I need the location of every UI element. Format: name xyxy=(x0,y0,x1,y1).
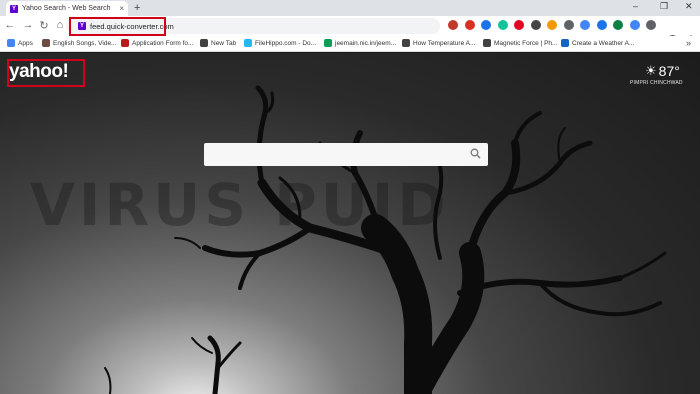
video-icon[interactable] xyxy=(596,20,607,30)
home-icon[interactable]: ⌂ xyxy=(54,19,66,31)
mail-icon[interactable] xyxy=(629,20,640,30)
weather-location: PIMPRI CHINCHWAD xyxy=(630,80,683,86)
bookmark-item[interactable]: Application Form fo... xyxy=(121,39,193,47)
bookmark-item[interactable]: Create a Weather A... xyxy=(561,39,634,47)
bookmark-label: Magnetic Force | Ph... xyxy=(494,39,558,47)
sun-icon: ☀ xyxy=(645,63,657,78)
bookmark-item[interactable]: New Tab xyxy=(200,39,236,47)
cast-icon[interactable] xyxy=(646,20,656,30)
yahoo-homepage: VIRUS PUID yahoo! ☀ 87° PIMPRI CHINCHWAD xyxy=(0,53,700,394)
pen-icon[interactable] xyxy=(580,20,590,30)
search-box[interactable] xyxy=(204,143,488,166)
globe-icon xyxy=(200,39,208,47)
bookmark-label: Create a Weather A... xyxy=(572,39,635,47)
url-highlight-box xyxy=(69,17,166,36)
bookmark-label: jeemain.nic.in/jeem... xyxy=(335,39,397,47)
reload-icon[interactable]: ↻ xyxy=(38,19,50,32)
globe-icon xyxy=(121,39,129,47)
browser-tab[interactable]: Y Yahoo Search - Web Search × xyxy=(6,1,128,16)
back-icon[interactable]: ← xyxy=(4,19,16,31)
calendar-icon[interactable] xyxy=(464,20,475,30)
minimize-icon[interactable]: – xyxy=(633,1,638,11)
search-input[interactable] xyxy=(204,143,488,166)
bookmark-item[interactable]: jeemain.nic.in/jeem... xyxy=(324,39,396,47)
hippo-icon xyxy=(244,39,252,47)
bookmark-label: Application Form fo... xyxy=(132,39,194,47)
chrome-icon xyxy=(324,39,332,47)
bookmark-item[interactable]: English Songs, Vide... xyxy=(42,39,116,47)
dead-tree-image xyxy=(104,85,667,394)
maximize-icon[interactable]: ❐ xyxy=(660,1,668,12)
grammarly-icon[interactable] xyxy=(497,20,508,30)
tab-strip: Y Yahoo Search - Web Search × + – ❐ ✕ xyxy=(0,0,700,16)
tab-title: Yahoo Search - Web Search xyxy=(22,5,111,12)
globe-icon xyxy=(483,39,491,47)
weather-temperature: 87° xyxy=(658,63,680,79)
bookmark-item[interactable]: FileHippo.com - Do... xyxy=(244,39,316,47)
bookmark-icon xyxy=(42,39,50,47)
tab-close-icon[interactable]: × xyxy=(119,4,124,13)
new-tab-button[interactable]: + xyxy=(134,2,140,14)
forward-icon[interactable]: → xyxy=(22,19,34,31)
puzzle-icon[interactable] xyxy=(530,20,541,30)
shield-icon[interactable] xyxy=(481,20,491,30)
weather-icon xyxy=(561,39,569,47)
bookmark-label: New Tab xyxy=(211,39,237,47)
bookmark-item[interactable]: Magnetic Force | Ph... xyxy=(483,39,557,47)
weather-widget[interactable]: ☀ 87° xyxy=(645,63,680,79)
gear-icon[interactable] xyxy=(547,20,557,30)
search-icon[interactable] xyxy=(470,148,481,159)
bookmark-label: FileHippo.com - Do... xyxy=(255,39,317,47)
chat-icon[interactable] xyxy=(613,20,623,30)
pinterest-icon[interactable] xyxy=(514,20,524,30)
globe-icon xyxy=(402,39,410,47)
bookmarks-more-icon[interactable]: » xyxy=(686,38,691,48)
bookmark-label: Apps xyxy=(18,39,33,47)
logo-highlight-box xyxy=(7,59,85,87)
bookmark-item[interactable]: How Temperature A... xyxy=(402,39,475,47)
bookmark-label: How Temperature A... xyxy=(413,39,476,47)
bookmark-item[interactable]: Apps xyxy=(7,39,33,47)
abp-icon[interactable] xyxy=(448,20,458,30)
close-window-icon[interactable]: ✕ xyxy=(685,1,693,12)
bookmark-label: English Songs, Vide... xyxy=(53,39,117,47)
bookmarks-bar: Apps English Songs, Vide... Application Fo… xyxy=(0,36,700,52)
apps-icon xyxy=(7,39,15,47)
yahoo-favicon-icon: Y xyxy=(10,4,18,13)
s-icon[interactable] xyxy=(563,20,574,30)
